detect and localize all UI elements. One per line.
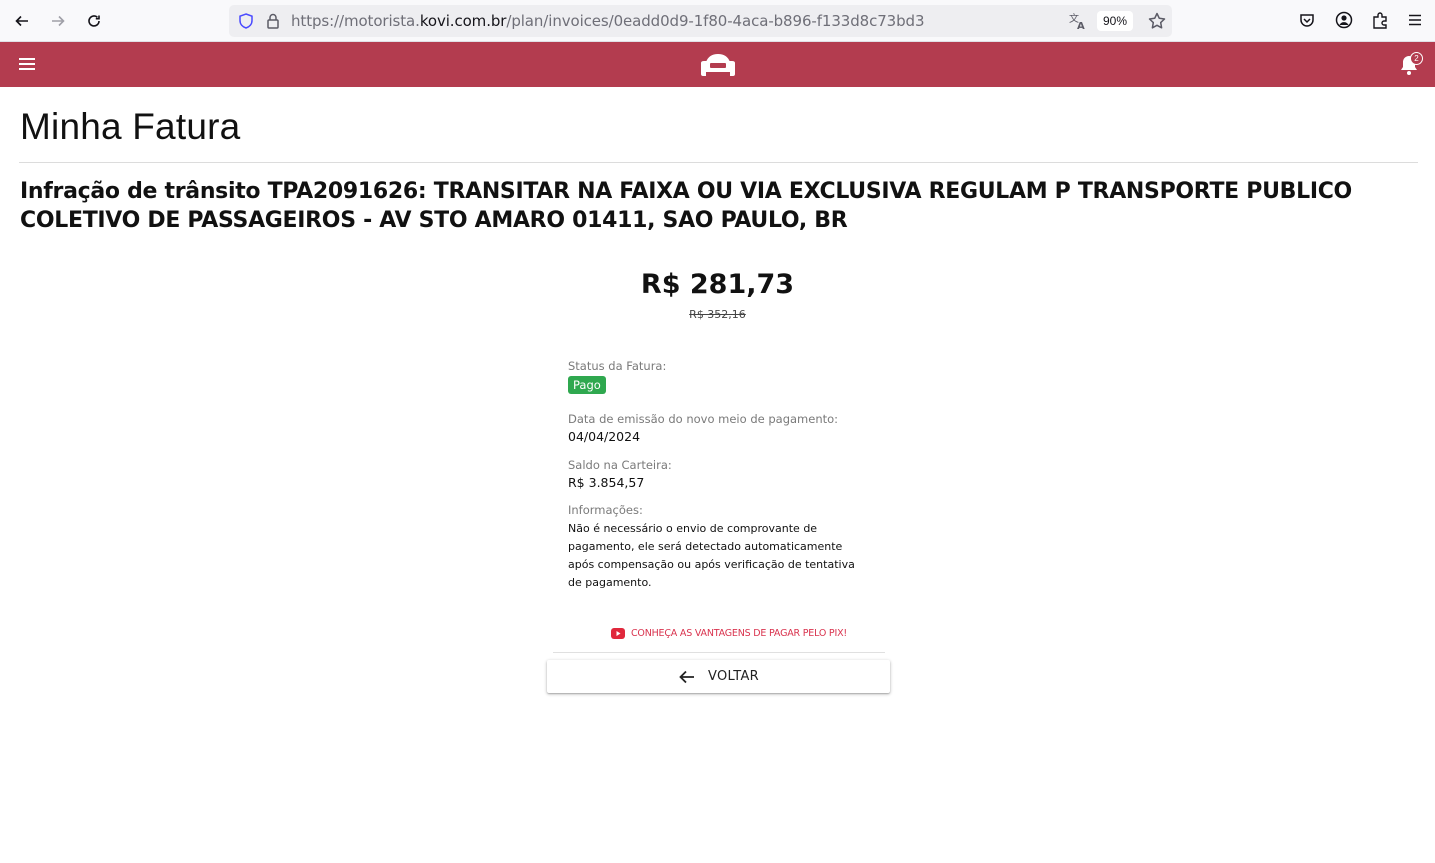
youtube-icon [611, 628, 625, 639]
shield-icon[interactable] [237, 12, 255, 30]
translate-icon[interactable]: 文A [1068, 11, 1088, 31]
issue-date-label: Data de emissão do novo meio de pagament… [568, 412, 839, 426]
extensions-icon[interactable] [1371, 11, 1391, 31]
notification-count-badge: 2 [1410, 52, 1423, 65]
app-menu-icon[interactable] [1406, 11, 1426, 31]
address-bar[interactable]: https://motorista.kovi.com.br/plan/invoi… [229, 5, 1172, 37]
page-title: Minha Fatura [20, 106, 241, 147]
arrow-left-icon [679, 670, 694, 683]
forward-nav-icon[interactable] [46, 9, 70, 33]
account-icon[interactable] [1335, 11, 1355, 31]
invoice-amount: R$ 281,73 [640, 269, 795, 300]
back-nav-icon[interactable] [10, 9, 34, 33]
pix-link-label: CONHEÇA AS VANTAGENS DE PAGAR PELO PIX! [631, 628, 847, 639]
reload-icon[interactable] [82, 9, 106, 33]
url-domain: kovi.com.br [419, 12, 507, 30]
pocket-icon[interactable] [1298, 11, 1318, 31]
url-text[interactable]: https://motorista.kovi.com.br/plan/invoi… [291, 12, 925, 30]
bookmark-star-icon[interactable] [1147, 11, 1167, 31]
zoom-level-button[interactable]: 90% [1097, 11, 1134, 31]
back-button[interactable]: VOLTAR [547, 660, 890, 693]
back-button-label: VOLTAR [707, 669, 759, 684]
action-divider [553, 652, 885, 653]
status-badge: Pago [568, 376, 606, 394]
hamburger-menu-icon[interactable] [17, 54, 37, 74]
title-divider [19, 162, 1418, 163]
wallet-value: R$ 3.854,57 [568, 475, 645, 490]
status-label: Status da Fatura: [568, 359, 667, 373]
original-amount: R$ 352,16 [689, 308, 746, 321]
wallet-label: Saldo na Carteira: [568, 458, 672, 472]
svg-text:A: A [1077, 21, 1085, 31]
browser-toolbar: https://motorista.kovi.com.br/plan/invoi… [0, 0, 1435, 42]
info-label: Informações: [568, 503, 643, 517]
lock-icon[interactable] [264, 12, 282, 30]
pix-advantages-link[interactable]: CONHEÇA AS VANTAGENS DE PAGAR PELO PIX! [611, 628, 847, 639]
url-path: /plan/invoices/0eadd0d9-1f80-4aca-b896-f… [506, 12, 925, 30]
app-header [0, 42, 1435, 87]
invoice-description: Infração de trânsito TPA2091626: TRANSIT… [20, 179, 1352, 233]
url-prefix: https://motorista. [291, 12, 420, 30]
kovi-car-logo[interactable] [697, 50, 739, 80]
issue-date-value: 04/04/2024 [568, 429, 641, 444]
info-text: Não é necessário o envio de comprovante … [568, 522, 855, 589]
